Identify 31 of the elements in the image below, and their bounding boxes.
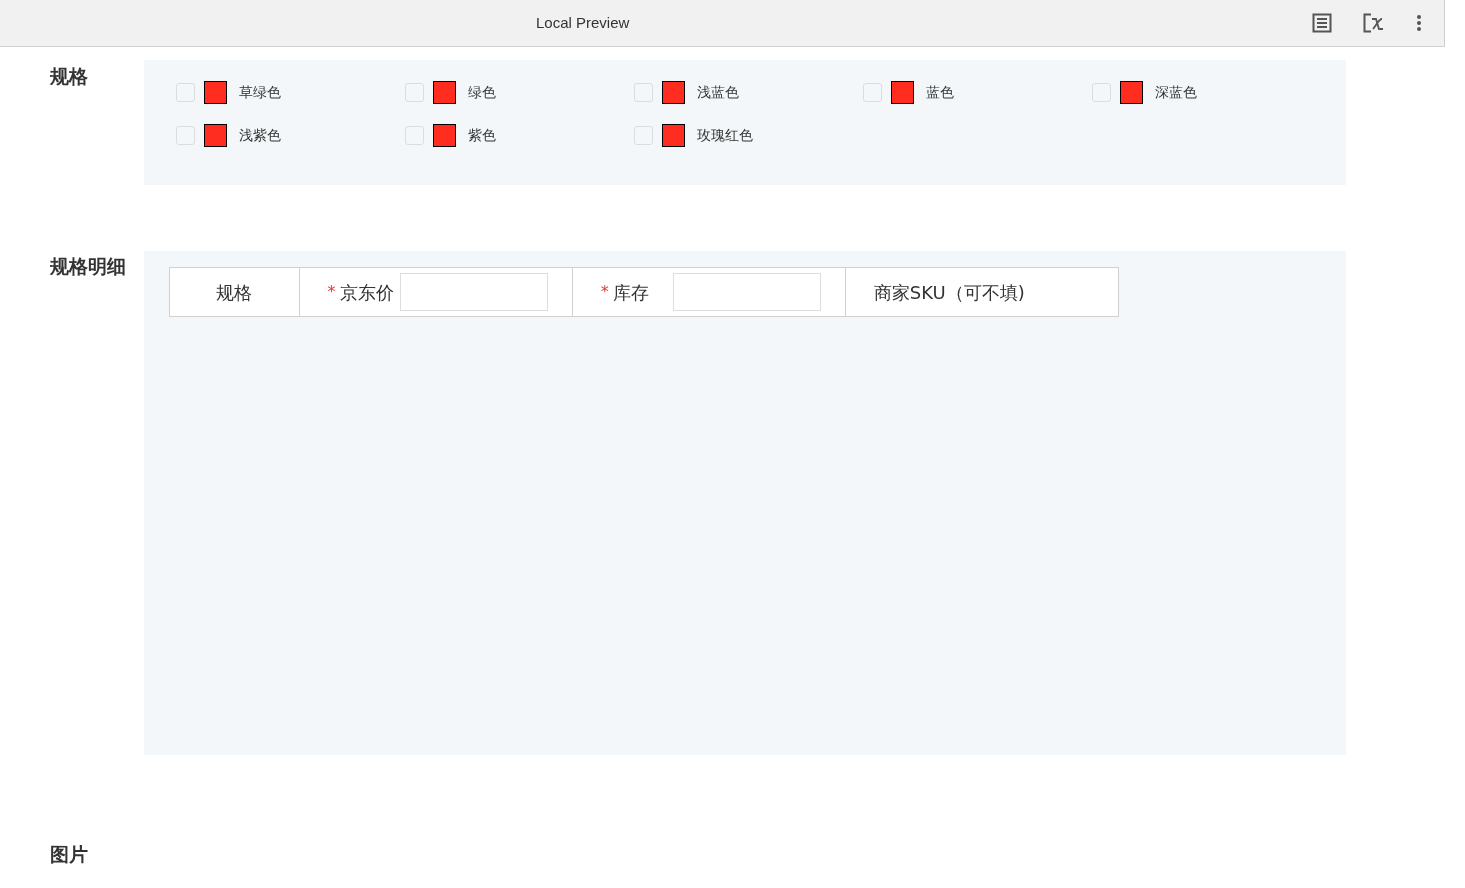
window-title: Local Preview xyxy=(536,12,630,33)
option-label: 深蓝色 xyxy=(1155,82,1197,102)
option-label: 绿色 xyxy=(468,82,496,102)
option-label: 紫色 xyxy=(468,125,496,145)
section-label: 图片 xyxy=(50,843,88,865)
more-icon[interactable] xyxy=(1416,14,1422,32)
column-label: 京东价 xyxy=(339,280,394,305)
column-label: 库存 xyxy=(612,280,649,305)
variable-icon[interactable] xyxy=(1363,13,1385,33)
checkbox[interactable] xyxy=(405,82,424,102)
option-label: 玫瑰红色 xyxy=(697,125,753,145)
checkbox[interactable] xyxy=(405,125,424,145)
checkbox[interactable] xyxy=(1092,82,1111,102)
option-label: 蓝色 xyxy=(926,82,954,102)
option-label: 浅蓝色 xyxy=(697,82,739,102)
column-label: 规格 xyxy=(216,280,253,305)
section-label: 规格明细 xyxy=(50,255,126,277)
checkbox[interactable] xyxy=(634,82,653,102)
required-mark: * xyxy=(600,281,609,303)
option-label: 浅紫色 xyxy=(239,125,281,145)
required-mark: * xyxy=(327,281,336,303)
checkbox[interactable] xyxy=(863,82,882,102)
option-label: 草绿色 xyxy=(239,82,281,102)
column-label: 商家SKU（可不填) xyxy=(873,280,1025,305)
checkbox[interactable] xyxy=(176,125,195,145)
checkbox[interactable] xyxy=(176,82,195,102)
checkbox[interactable] xyxy=(634,125,653,145)
input-field[interactable] xyxy=(672,273,821,311)
input-field[interactable] xyxy=(399,273,548,311)
section-label: 规格 xyxy=(50,65,88,87)
list-icon[interactable] xyxy=(1312,13,1332,33)
